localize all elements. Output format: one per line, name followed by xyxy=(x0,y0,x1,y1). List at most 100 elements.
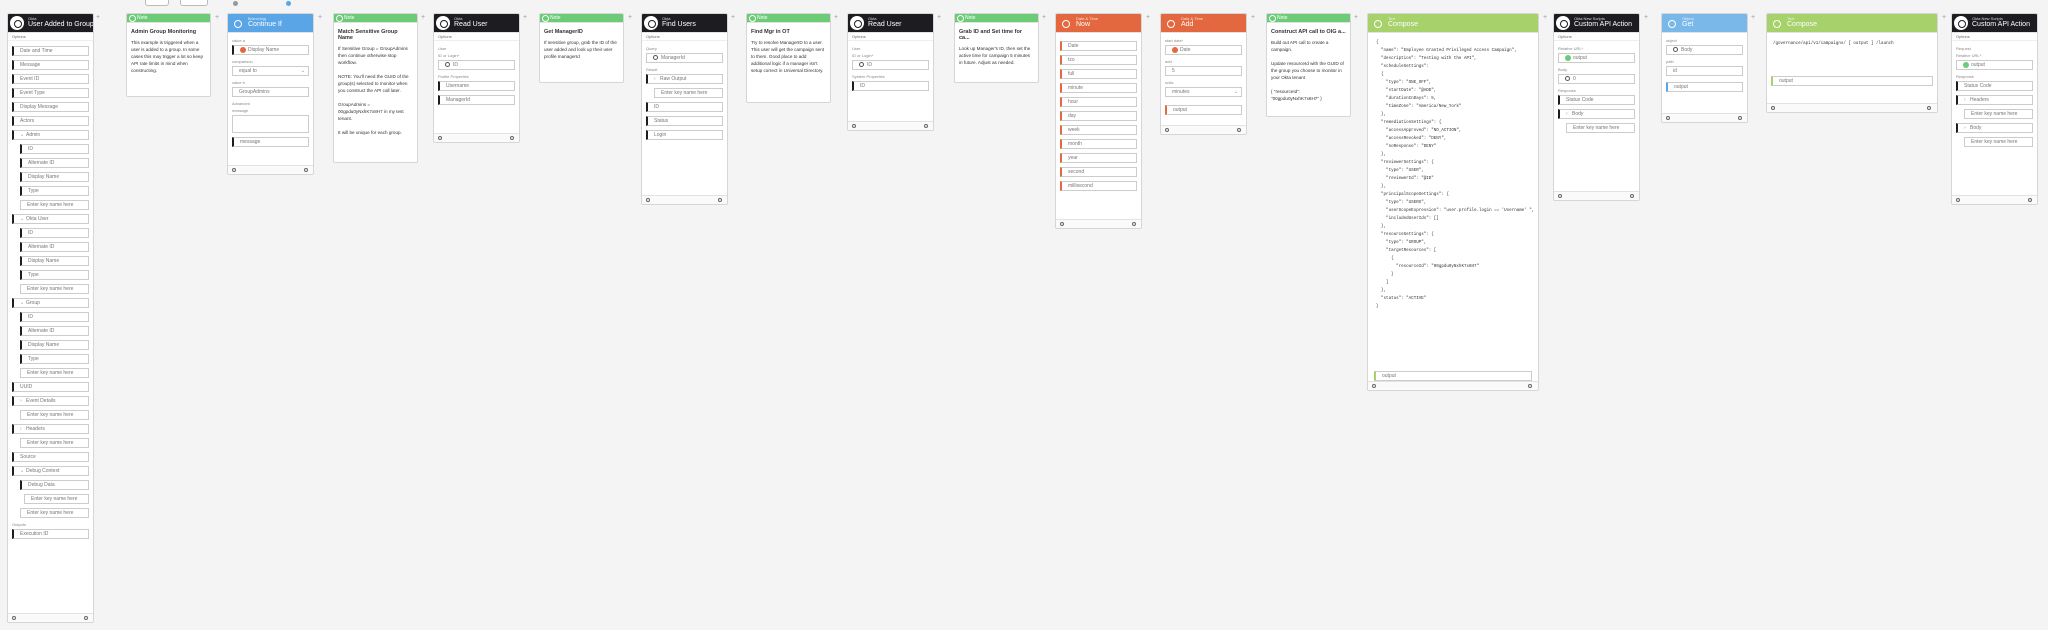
gear-icon[interactable] xyxy=(1237,128,1241,132)
output-group-debug-context[interactable]: ⌄ Debug Context xyxy=(12,466,89,476)
info-icon[interactable] xyxy=(1060,222,1064,226)
output-group-headers[interactable]: › Headers xyxy=(1956,95,2033,105)
output-group-body[interactable]: › Body xyxy=(1956,123,2033,133)
toolbar-button[interactable] xyxy=(180,0,208,6)
output-field[interactable]: Execution ID xyxy=(12,529,89,539)
output-field[interactable]: ID xyxy=(20,312,89,322)
add-card-icon[interactable]: + xyxy=(1643,14,1649,21)
add-card-icon[interactable]: + xyxy=(1145,14,1151,21)
output-field[interactable]: Date and Time xyxy=(12,46,89,56)
output-group-headers[interactable]: › Headers xyxy=(12,424,89,434)
gear-icon[interactable] xyxy=(1630,194,1634,198)
card-custom-api-action-2[interactable]: Okta New Scripts Custom API Action Option… xyxy=(1951,13,2038,205)
output-field[interactable]: Alternate ID xyxy=(20,326,89,336)
options-link[interactable]: Options xyxy=(434,33,519,41)
gear-icon[interactable] xyxy=(2028,198,2032,202)
add-card-icon[interactable]: + xyxy=(420,14,426,21)
output-group-admin[interactable]: ⌄ Admin xyxy=(12,130,89,140)
output-field[interactable]: Date xyxy=(1060,41,1137,51)
output-field[interactable]: Display Message xyxy=(12,102,89,112)
output-field[interactable]: ManagerId xyxy=(438,95,515,105)
query-input[interactable]: ManagerId xyxy=(646,53,723,63)
output-field[interactable]: tzo xyxy=(1060,55,1137,65)
message-input[interactable] xyxy=(232,115,309,133)
add-card-icon[interactable]: + xyxy=(1353,14,1359,21)
gear-icon[interactable] xyxy=(510,136,514,140)
relative-url-input[interactable]: output xyxy=(1558,53,1635,63)
output-field[interactable]: Display Name xyxy=(20,172,89,182)
output-group-group[interactable]: ⌄ Group xyxy=(12,298,89,308)
add-key-input[interactable]: Enter key name here xyxy=(20,438,89,448)
output-field[interactable]: millisecond xyxy=(1060,181,1137,191)
output-field[interactable]: ID xyxy=(20,144,89,154)
info-icon[interactable] xyxy=(232,168,236,172)
output-field[interactable]: Status xyxy=(646,116,723,126)
path-input[interactable]: id xyxy=(1666,66,1743,76)
output-field[interactable]: ID xyxy=(646,102,723,112)
object-input[interactable]: Body xyxy=(1666,45,1743,55)
output-field[interactable]: Username xyxy=(438,81,515,91)
card-user-added-to-group[interactable]: Okta User Added to Group Options Date and… xyxy=(7,13,94,623)
add-key-input[interactable]: Enter key name here xyxy=(24,494,89,504)
output-field[interactable]: UUID xyxy=(12,382,89,392)
add-key-input[interactable]: Enter key name here xyxy=(654,88,723,98)
comparison-select[interactable]: equal to xyxy=(232,66,309,76)
output-field[interactable]: minute xyxy=(1060,83,1137,93)
note-get-managerid[interactable]: Note Get ManagerID If sensitive group, g… xyxy=(539,13,624,83)
output-group-raw[interactable]: › Raw Output xyxy=(646,74,723,84)
gear-icon[interactable] xyxy=(304,168,308,172)
add-card-icon[interactable]: + xyxy=(317,14,323,21)
add-card-icon[interactable]: + xyxy=(1250,14,1256,21)
output-field[interactable]: Display Name xyxy=(20,340,89,350)
options-link[interactable]: Options xyxy=(848,33,933,41)
output-field[interactable]: output xyxy=(1374,371,1532,381)
add-card-icon[interactable]: + xyxy=(627,14,633,21)
output-field[interactable]: Type xyxy=(20,354,89,364)
add-card-icon[interactable]: + xyxy=(1941,14,1947,21)
output-field[interactable]: Message xyxy=(12,60,89,70)
output-field[interactable]: day xyxy=(1060,111,1137,121)
output-field[interactable]: Alternate ID xyxy=(20,158,89,168)
output-field[interactable]: Status Code xyxy=(1956,81,2033,91)
note-grab-id[interactable]: Note Grab ID and Set time for ca... Look… xyxy=(954,13,1039,83)
relative-url-input[interactable]: output xyxy=(1956,60,2033,70)
compose-template-editor[interactable]: { "name": "Employee Granted Privileged A… xyxy=(1368,33,1538,311)
info-icon[interactable] xyxy=(1666,116,1670,120)
add-key-input[interactable]: Enter key name here xyxy=(1964,137,2033,147)
output-field[interactable]: Debug Data xyxy=(20,480,89,490)
output-group-event-details[interactable]: › Event Details xyxy=(12,396,89,406)
gear-icon[interactable] xyxy=(718,198,722,202)
start-date-input[interactable]: Date xyxy=(1165,45,1242,55)
gear-icon[interactable] xyxy=(1528,384,1532,388)
card-compose-url[interactable]: Text Compose /governance/api/v1/campaigns… xyxy=(1766,13,1938,113)
id-login-input[interactable]: ID xyxy=(852,60,929,70)
note-match-sensitive-group[interactable]: Note Match Sensitive Group Name If Sensi… xyxy=(333,13,418,163)
add-card-icon[interactable]: + xyxy=(1041,14,1047,21)
gear-icon[interactable] xyxy=(1927,106,1931,110)
output-field[interactable]: Actors xyxy=(12,116,89,126)
output-field[interactable]: month xyxy=(1060,139,1137,149)
output-field[interactable]: Event ID xyxy=(12,74,89,84)
add-key-input[interactable]: Enter key name here xyxy=(20,284,89,294)
output-field[interactable]: hour xyxy=(1060,97,1137,107)
info-icon[interactable] xyxy=(12,616,16,620)
toolbar-button[interactable] xyxy=(145,0,169,6)
output-field[interactable]: Source xyxy=(12,452,89,462)
value-b-input[interactable]: GroupAdmins xyxy=(232,87,309,97)
note-admin-group-monitoring[interactable]: Note Admin Group Monitoring This example… xyxy=(126,13,211,97)
output-field[interactable]: output xyxy=(1666,82,1743,92)
add-input[interactable]: 5 xyxy=(1165,66,1242,76)
output-field[interactable]: output xyxy=(1771,76,1933,86)
add-card-icon[interactable]: + xyxy=(1542,14,1548,21)
add-key-input[interactable]: Enter key name here xyxy=(20,200,89,210)
note-construct-api[interactable]: Note Construct API call to OIG a... Buil… xyxy=(1266,13,1351,117)
output-field[interactable]: ID xyxy=(20,228,89,238)
output-field[interactable]: Login xyxy=(646,130,723,140)
note-find-mgr[interactable]: Note Find Mgr in OT Try to resolve Manag… xyxy=(746,13,831,103)
card-read-user-2[interactable]: Okta Read User Options User ID or Login* … xyxy=(847,13,934,131)
output-field[interactable]: second xyxy=(1060,167,1137,177)
card-find-users[interactable]: Okta Find Users Options Query ManagerId R… xyxy=(641,13,728,205)
card-continue-if[interactable]: Branching Continue If value a Display Nam… xyxy=(227,13,314,175)
gear-icon[interactable] xyxy=(1738,116,1742,120)
info-icon[interactable] xyxy=(1558,194,1562,198)
